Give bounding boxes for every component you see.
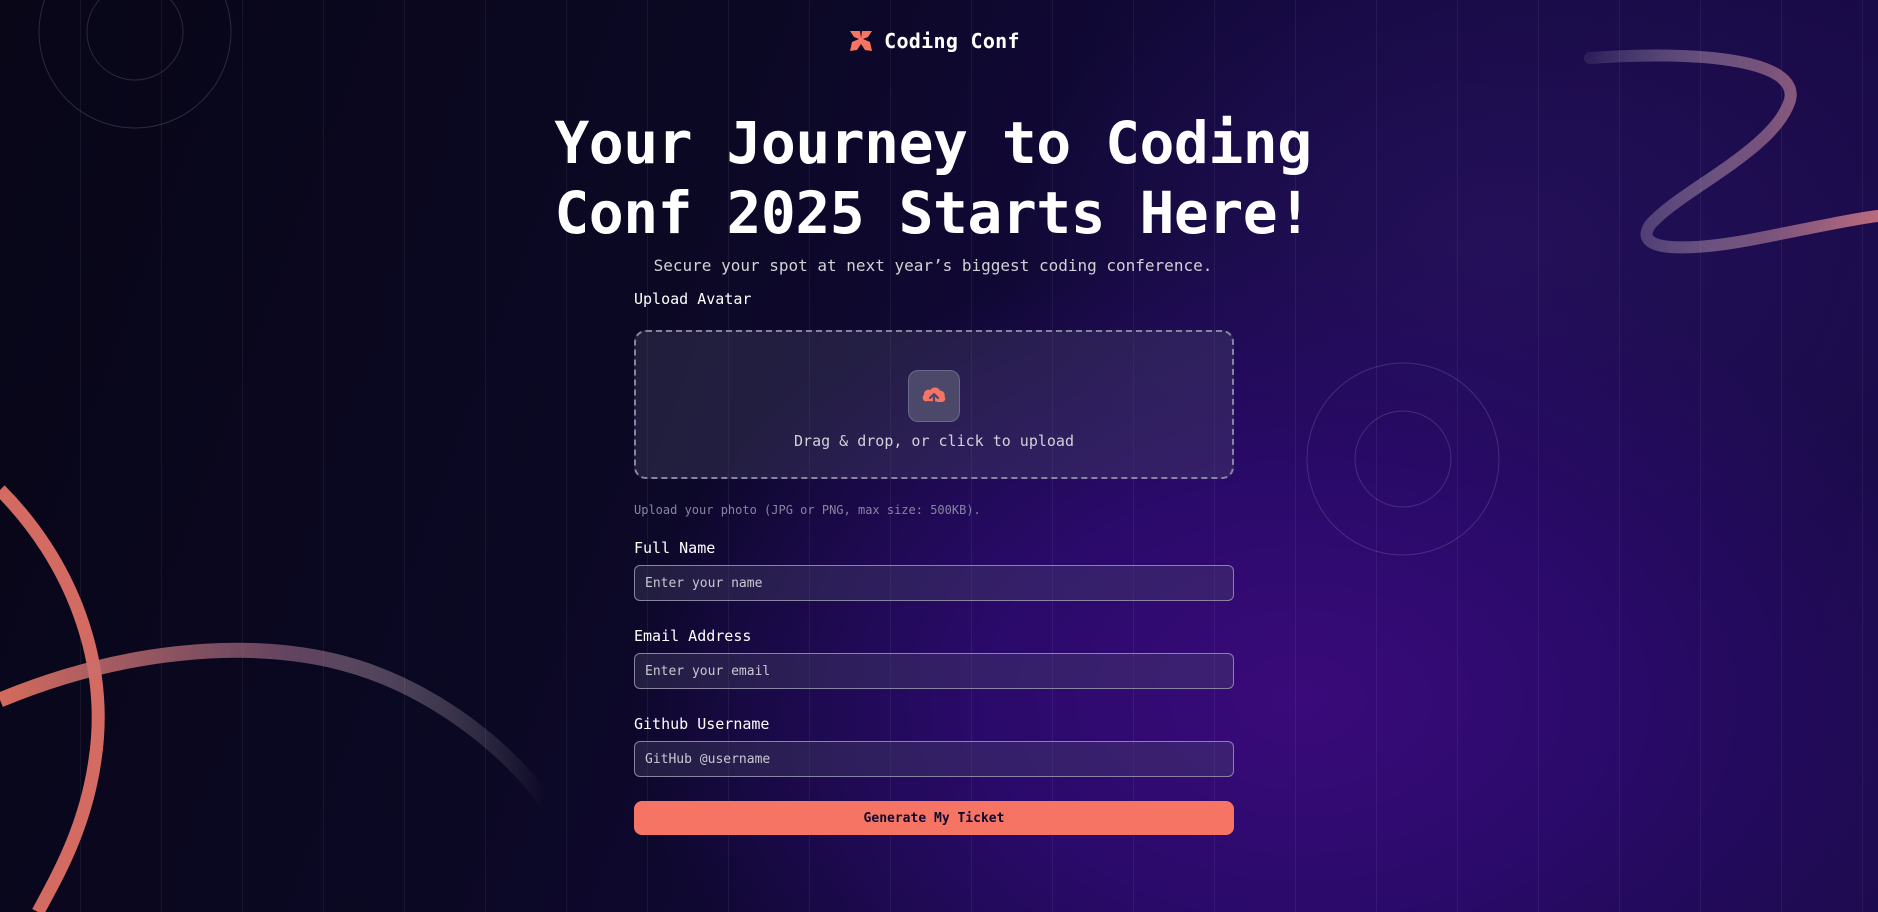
avatar-label: Upload Avatar [634,290,752,308]
decor-circle-inner-right [1354,410,1452,508]
github-input[interactable] [634,741,1234,777]
decor-circle-outer-top-left [38,0,232,129]
decor-arc-horizontal [0,642,551,805]
avatar-dropzone[interactable]: Drag & drop, or click to upload [634,330,1234,479]
full-name-input[interactable] [634,565,1234,601]
avatar-hint: Upload your photo (JPG or PNG, max size:… [634,503,981,517]
coding-conf-logo-icon [850,31,873,51]
decor-circle-outer-right [1306,362,1500,556]
dropzone-text: Drag & drop, or click to upload [794,431,1074,450]
brand-logo: Coding Conf [0,28,1868,54]
full-name-label: Full Name [634,539,716,557]
generate-ticket-button[interactable]: Generate My Ticket [634,801,1234,835]
page-subtitle: Secure your spot at next year’s biggest … [653,256,1213,275]
full-name-group: Full Name [634,539,1234,601]
email-group: Email Address [634,627,1234,689]
github-label: Github Username [634,715,770,733]
upload-icon-button[interactable] [908,369,960,422]
brand-name: Coding Conf [884,29,1020,53]
decor-arc-vertical [0,485,105,912]
page-title: Your Journey to Coding Conf 2025 Starts … [554,109,1312,247]
email-label: Email Address [634,627,752,645]
decor-squiggle-top-right [1584,49,1878,254]
github-group: Github Username [634,715,1234,777]
email-input[interactable] [634,653,1234,689]
ticket-form: Upload Avatar Drag & drop, or click to u… [634,290,1234,835]
cloud-upload-icon [922,387,946,406]
